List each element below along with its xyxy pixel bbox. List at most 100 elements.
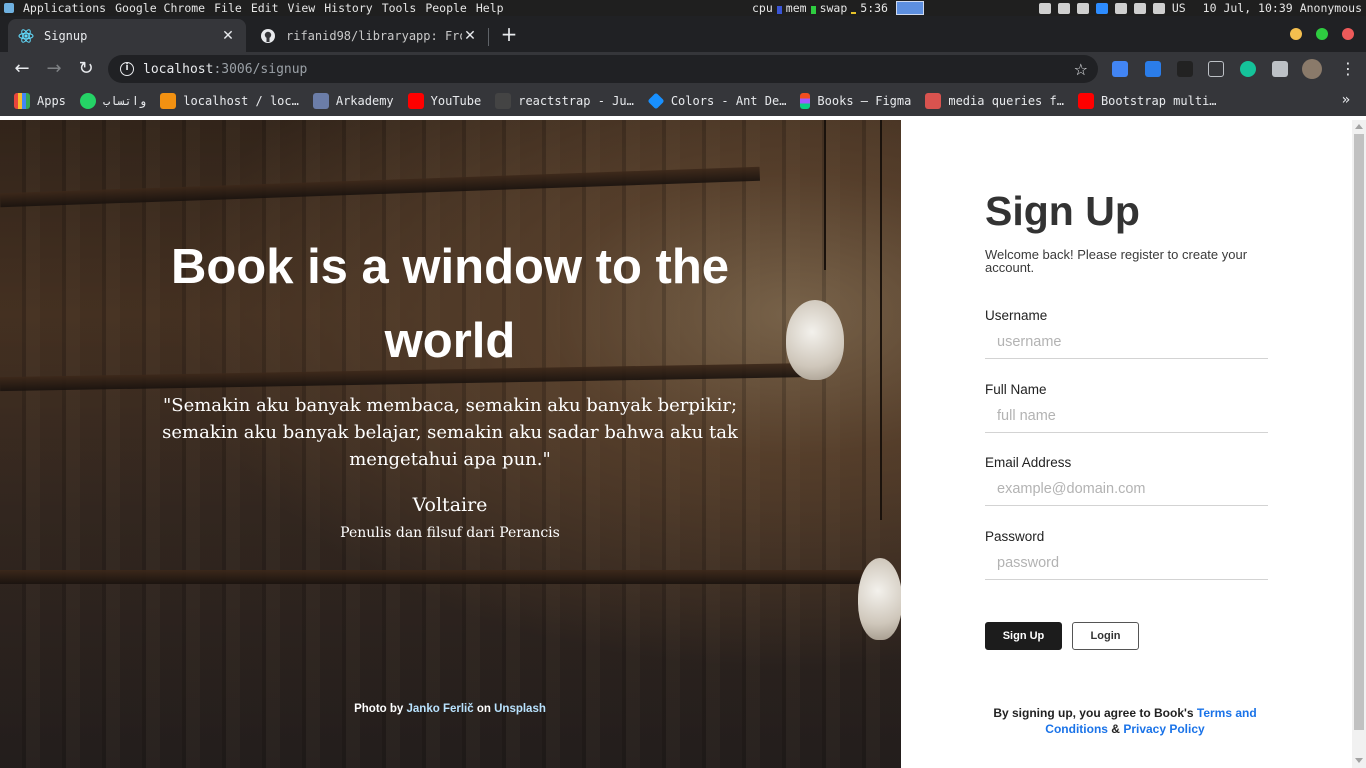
bookmark-youtube[interactable]: YouTube (407, 93, 482, 109)
os-menu-help[interactable]: Help (476, 0, 504, 16)
unsplash-link[interactable]: Unsplash (494, 703, 546, 715)
quote-author-description: Penulis dan filsuf dari Perancis (340, 525, 560, 541)
forward-arrow-icon[interactable]: → (43, 58, 65, 80)
close-tab-icon[interactable]: ✕ (220, 28, 236, 44)
tab-github[interactable]: rifanid98/libraryapp: Fro ✕ (250, 19, 488, 52)
keyboard-layout[interactable]: US (1172, 0, 1186, 16)
bookmark-label: Arkademy (335, 94, 394, 108)
bookmark-reactstrap[interactable]: reactstrap - Ju… (495, 93, 634, 109)
user-name[interactable]: Anonymous (1300, 0, 1362, 16)
bookmark-apps[interactable]: Apps (14, 93, 66, 109)
cpu-indicator (776, 6, 782, 14)
hero-panel: Book is a window to the world "Semakin a… (0, 120, 901, 768)
battery-icon[interactable] (1133, 2, 1146, 14)
workspace-indicator[interactable] (895, 1, 924, 15)
discord-icon[interactable] (1038, 2, 1051, 14)
terms-and: & (1111, 722, 1120, 736)
bookmark-localhost[interactable]: localhost / loc… (160, 93, 299, 109)
close-tab-icon[interactable]: ✕ (462, 28, 478, 44)
zoom-icon[interactable] (1095, 2, 1108, 14)
os-menu-edit[interactable]: Edit (251, 0, 279, 16)
os-menu-google-chrome[interactable]: Google Chrome (115, 0, 205, 16)
email-field-group: Email Address (985, 455, 1268, 506)
form-subtitle: Welcome back! Please register to create … (985, 247, 1248, 275)
extension-badge-icon[interactable] (1177, 61, 1193, 77)
back-arrow-icon[interactable]: ← (11, 58, 33, 80)
more-bookmarks-icon[interactable]: » (1342, 92, 1350, 108)
volume-icon[interactable] (1152, 2, 1165, 14)
shelf-decoration (0, 166, 761, 208)
privacy-policy-link[interactable]: Privacy Policy (1123, 722, 1204, 736)
tab-title: rifanid98/libraryapp: Fro (286, 28, 462, 43)
os-menu-view[interactable]: View (288, 0, 316, 16)
password-input[interactable] (985, 546, 1268, 580)
scrollbar-thumb[interactable] (1354, 134, 1364, 730)
arkademy-icon (312, 93, 329, 109)
bookmark-whatsapp[interactable]: واتساب (79, 93, 147, 109)
scroll-down-arrow-icon[interactable] (1355, 758, 1363, 763)
maximize-window-button[interactable] (1316, 28, 1328, 40)
tab-signup[interactable]: Signup ✕ (8, 19, 246, 52)
load-monitor-label: 5:36 (860, 1, 888, 15)
os-menu-tools[interactable]: Tools (382, 0, 417, 16)
username-input[interactable] (985, 325, 1268, 359)
close-window-button[interactable] (1342, 28, 1354, 40)
full-name-label: Full Name (985, 382, 1047, 397)
ant-design-icon (647, 92, 665, 110)
password-field-group: Password (985, 529, 1268, 580)
os-logo-icon[interactable] (4, 3, 14, 13)
shelf-decoration (0, 570, 880, 584)
bookmark-label: media queries f… (948, 94, 1064, 108)
photographer-link[interactable]: Janko Ferlič (407, 703, 474, 715)
profile-avatar[interactable] (1302, 59, 1322, 79)
bookmark-figma[interactable]: Books – Figma (800, 93, 911, 109)
full-name-input[interactable] (985, 399, 1268, 433)
site-info-icon[interactable]: i (120, 62, 134, 76)
browser-menu-icon[interactable]: ⋮ (1340, 59, 1356, 78)
grammarly-icon[interactable] (1240, 61, 1256, 77)
os-menu-applications[interactable]: Applications (23, 0, 106, 16)
url-host: localhost (143, 61, 214, 77)
screen-icon[interactable] (1057, 2, 1070, 14)
reload-icon[interactable]: ↻ (75, 58, 97, 80)
url-path: :3006/signup (213, 61, 308, 77)
login-button[interactable]: Login (1072, 622, 1139, 650)
os-menu-history[interactable]: History (324, 0, 372, 16)
os-menu-file[interactable]: File (214, 0, 242, 16)
swap-monitor-label: swap (819, 1, 848, 15)
system-monitors: cpu mem swap 5:36 (752, 0, 924, 16)
bookmark-label: YouTube (430, 94, 482, 108)
google-translate-extension-icon[interactable] (1112, 61, 1128, 77)
credit-mid: on (476, 703, 491, 715)
wifi-icon[interactable] (1076, 2, 1089, 14)
notification-bell-icon[interactable] (1114, 2, 1127, 14)
new-tab-button[interactable]: + (498, 23, 520, 45)
scroll-up-arrow-icon[interactable] (1355, 124, 1363, 129)
cast-icon[interactable] (1208, 61, 1224, 77)
lamp-cord (880, 120, 882, 520)
url-text[interactable]: localhost:3006/signup (143, 62, 307, 77)
os-menu-people[interactable]: People (425, 0, 467, 16)
bookmark-media-queries[interactable]: media queries f… (925, 93, 1064, 109)
email-input[interactable] (985, 472, 1268, 506)
form-title: Sign Up (985, 188, 1140, 234)
swap-indicator (851, 12, 857, 14)
bookmark-ant-design[interactable]: Colors - Ant De… (647, 92, 786, 110)
photo-credit: Photo by Janko Ferlič on Unsplash (250, 703, 650, 715)
extensions-puzzle-icon[interactable] (1272, 61, 1288, 77)
address-bar[interactable]: i localhost:3006/signup ☆ (108, 55, 1098, 83)
tab-title: Signup (44, 28, 88, 43)
minimize-window-button[interactable] (1290, 28, 1302, 40)
clock[interactable]: 10 Jul, 10:39 (1203, 0, 1293, 16)
sign-up-button[interactable]: Sign Up (985, 622, 1062, 650)
terms-prefix: By signing up, you agree to Book's (993, 706, 1194, 720)
extension-icon[interactable] (1145, 61, 1161, 77)
media-queries-icon (925, 93, 942, 109)
page-scrollbar[interactable] (1352, 120, 1366, 768)
email-label: Email Address (985, 455, 1072, 470)
bookmark-star-icon[interactable]: ☆ (1074, 60, 1088, 79)
bookmark-label: واتساب (102, 94, 147, 108)
os-top-bar: Applications Google Chrome File Edit Vie… (0, 0, 1366, 16)
bookmark-arkademy[interactable]: Arkademy (312, 93, 394, 109)
bookmark-bootstrap[interactable]: Bootstrap multi… (1077, 93, 1217, 109)
